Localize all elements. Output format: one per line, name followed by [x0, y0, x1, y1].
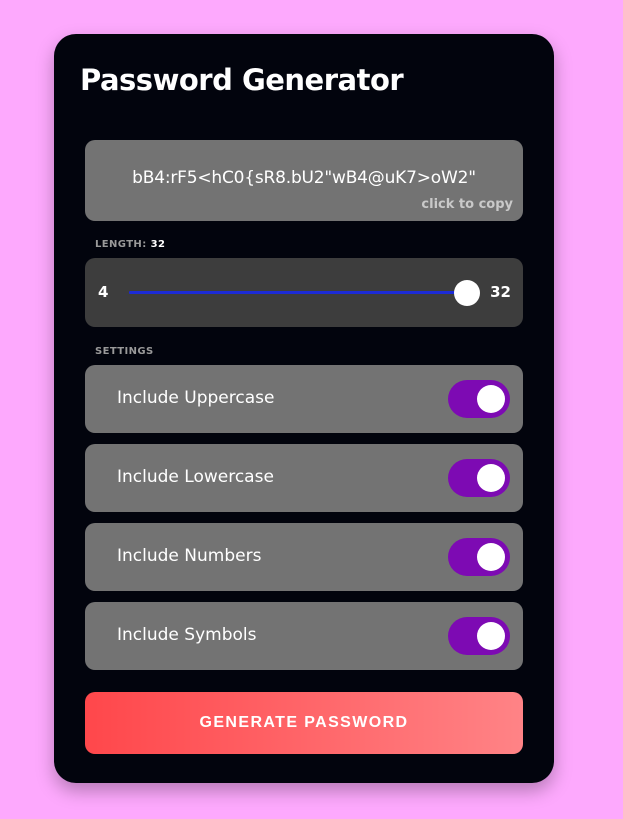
- page-title: Password Generator: [80, 63, 404, 97]
- setting-numbers: Include Numbers: [85, 523, 523, 591]
- setting-numbers-label: Include Numbers: [117, 546, 262, 566]
- slider-min-label: 4: [98, 283, 109, 301]
- settings-label: SETTINGS: [95, 346, 154, 357]
- setting-symbols: Include Symbols: [85, 602, 523, 670]
- setting-uppercase: Include Uppercase: [85, 365, 523, 433]
- toggle-knob: [477, 622, 505, 650]
- uppercase-toggle[interactable]: [448, 380, 510, 418]
- length-label: LENGTH: 32: [95, 239, 165, 250]
- length-slider-fill: [129, 291, 467, 294]
- length-label-text: LENGTH:: [95, 239, 147, 250]
- setting-uppercase-label: Include Uppercase: [117, 388, 275, 408]
- toggle-knob: [477, 385, 505, 413]
- symbols-toggle[interactable]: [448, 617, 510, 655]
- length-slider-panel: 4 32: [85, 258, 523, 327]
- copy-hint[interactable]: click to copy: [421, 197, 513, 212]
- length-slider-track[interactable]: [129, 280, 480, 306]
- length-value: 32: [150, 239, 166, 250]
- toggle-knob: [477, 464, 505, 492]
- setting-symbols-label: Include Symbols: [117, 625, 257, 645]
- lowercase-toggle[interactable]: [448, 459, 510, 497]
- setting-lowercase: Include Lowercase: [85, 444, 523, 512]
- password-result-box[interactable]: bB4:rF5<hC0{sR8.bU2"wB4@uK7>oW2" click t…: [85, 140, 523, 221]
- setting-lowercase-label: Include Lowercase: [117, 467, 274, 487]
- numbers-toggle[interactable]: [448, 538, 510, 576]
- slider-max-label: 32: [490, 283, 511, 301]
- generate-password-button[interactable]: GENERATE PASSWORD: [85, 692, 523, 754]
- generated-password[interactable]: bB4:rF5<hC0{sR8.bU2"wB4@uK7>oW2": [85, 168, 523, 188]
- toggle-knob: [477, 543, 505, 571]
- password-generator-card: Password Generator bB4:rF5<hC0{sR8.bU2"w…: [54, 34, 554, 783]
- length-slider-thumb[interactable]: [454, 280, 480, 306]
